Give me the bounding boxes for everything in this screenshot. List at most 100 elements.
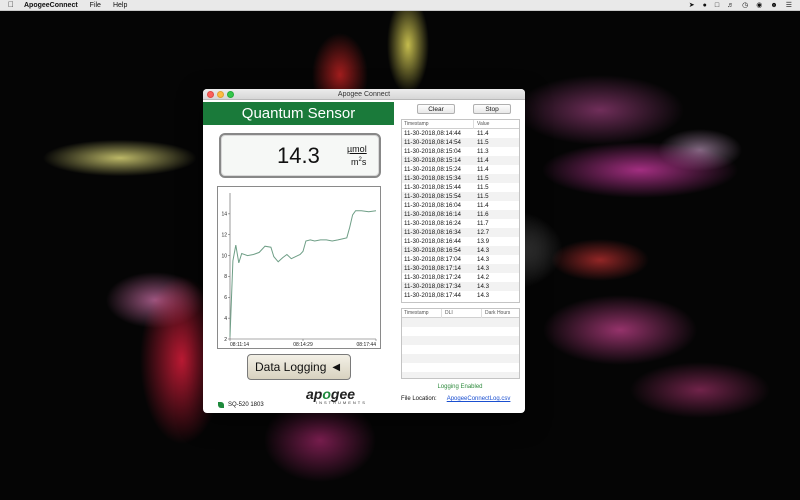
menu-bar:  ApogeeConnect File Help ➤ ● □ ♬ ◷ ◉ ☻ … <box>0 0 800 11</box>
airplay-icon[interactable]: □ <box>715 1 719 10</box>
cell-value: 14.2 <box>477 274 490 281</box>
cell-timestamp: 11-30-2018,08:14:44 <box>404 130 461 137</box>
cell-timestamp: 11-30-2018,08:17:44 <box>404 292 461 299</box>
unit-numerator: µmol <box>347 144 367 154</box>
close-icon[interactable] <box>207 91 214 98</box>
cell-timestamp: 11-30-2018,08:16:14 <box>404 211 461 218</box>
clock-icon[interactable]: ◷ <box>742 1 748 10</box>
table-row[interactable]: 11-30-2018,08:17:34 14.3 <box>402 282 519 291</box>
cell-value: 11.5 <box>477 193 489 200</box>
table-header: Timestamp Value <box>402 120 519 129</box>
cell-timestamp: 11-30-2018,08:17:24 <box>404 274 461 281</box>
table-row[interactable]: 11-30-2018,08:15:14 11.4 <box>402 156 519 165</box>
data-logging-button[interactable]: Data Logging ◀ <box>247 354 351 380</box>
leaf-icon <box>218 402 224 408</box>
menu-app-name[interactable]: ApogeeConnect <box>24 2 78 9</box>
x-tick-label: 08:14:29 <box>293 342 313 348</box>
cell-timestamp: 11-30-2018,08:17:34 <box>404 283 461 290</box>
clear-button[interactable]: Clear <box>417 104 455 114</box>
apple-icon[interactable]:  <box>8 1 16 9</box>
cell-timestamp: 11-30-2018,08:15:44 <box>404 184 461 191</box>
cell-timestamp: 11-30-2018,08:16:34 <box>404 229 461 236</box>
cell-timestamp: 11-30-2018,08:17:14 <box>404 265 461 272</box>
table-row[interactable]: 11-30-2018,08:14:44 11.4 <box>402 129 519 138</box>
dli-column-dark-hours[interactable]: Dark Hours <box>482 310 510 316</box>
siri-icon[interactable]: ◉ <box>756 1 762 10</box>
dli-table-header: Timestamp DLI Dark Hours <box>402 309 519 318</box>
log-panel: Clear Stop Timestamp Value 11-30-2018,08… <box>399 100 525 413</box>
minimize-icon[interactable] <box>217 91 224 98</box>
y-tick-label: 14 <box>221 212 227 218</box>
table-row[interactable]: 11-30-2018,08:15:24 11.4 <box>402 165 519 174</box>
table-row[interactable]: 11-30-2018,08:15:34 11.5 <box>402 174 519 183</box>
dli-column-timestamp[interactable]: Timestamp <box>402 309 442 318</box>
table-row[interactable]: 11-30-2018,08:15:54 11.5 <box>402 192 519 201</box>
cell-value: 13.9 <box>477 238 490 245</box>
column-header-timestamp[interactable]: Timestamp <box>402 120 474 129</box>
reading-display: 14.3 µmol m2s <box>219 133 381 178</box>
stop-button[interactable]: Stop <box>473 104 511 114</box>
logging-status: Logging Enabled <box>437 384 483 390</box>
y-tick-label: 6 <box>224 295 227 301</box>
user-icon[interactable]: ☻ <box>770 1 777 10</box>
series-line <box>229 210 377 337</box>
menu-file[interactable]: File <box>90 2 101 9</box>
cell-timestamp: 11-30-2018,08:15:14 <box>404 157 461 164</box>
wifi-icon[interactable]: ● <box>703 1 707 10</box>
menu-help[interactable]: Help <box>113 2 127 9</box>
unit-base: m <box>351 157 359 167</box>
cell-value: 11.5 <box>477 175 489 182</box>
table-row[interactable]: 11-30-2018,08:17:14 14.3 <box>402 264 519 273</box>
cell-timestamp: 11-30-2018,08:14:54 <box>404 139 461 146</box>
table-row[interactable]: 11-30-2018,08:17:44 14.3 <box>402 291 519 300</box>
dli-table[interactable]: Timestamp DLI Dark Hours <box>401 308 520 379</box>
volume-icon[interactable]: ♬ <box>727 1 734 10</box>
zoom-icon[interactable] <box>227 91 234 98</box>
cell-value: 14.3 <box>477 265 490 272</box>
table-row[interactable]: 11-30-2018,08:15:04 11.3 <box>402 147 519 156</box>
column-header-value[interactable]: Value <box>474 121 489 127</box>
cell-value: 11.4 <box>477 166 489 173</box>
cell-value: 11.7 <box>477 220 489 227</box>
table-row[interactable]: 11-30-2018,08:16:14 11.6 <box>402 210 519 219</box>
readings-table[interactable]: Timestamp Value 11-30-2018,08:14:44 11.4 1… <box>401 119 520 303</box>
table-row[interactable]: 11-30-2018,08:16:54 14.3 <box>402 246 519 255</box>
cell-value: 11.5 <box>477 139 489 146</box>
cell-value: 11.6 <box>477 211 489 218</box>
cell-value: 11.4 <box>477 202 489 209</box>
cell-value: 14.3 <box>477 292 490 299</box>
table-row[interactable]: 11-30-2018,08:17:24 14.2 <box>402 273 519 282</box>
location-icon[interactable]: ➤ <box>689 1 695 10</box>
cell-value: 11.4 <box>477 130 489 137</box>
cell-value: 12.7 <box>477 229 490 236</box>
unit-denominator: m2s <box>351 157 366 167</box>
cell-timestamp: 11-30-2018,08:15:24 <box>404 166 461 173</box>
status-area: ➤ ● □ ♬ ◷ ◉ ☻ ☰ <box>689 1 800 10</box>
cell-timestamp: 11-30-2018,08:16:04 <box>404 202 461 209</box>
x-tick-label: 08:17:44 <box>357 342 377 348</box>
y-tick-label: 4 <box>224 316 227 322</box>
title-bar[interactable]: Apogee Connect <box>203 89 525 100</box>
sensor-model: SQ-520 1803 <box>218 402 264 408</box>
cell-value: 14.3 <box>477 283 490 290</box>
cell-value: 11.3 <box>477 148 489 155</box>
file-location-link[interactable]: ApogeeConnectLog.csv <box>447 396 511 402</box>
chart-svg: 2 4 6 8 10 12 14 08:11:14 08:14:29 08:17:44 <box>221 193 377 348</box>
table-row[interactable]: 11-30-2018,08:16:04 11.4 <box>402 201 519 210</box>
y-tick-label: 8 <box>224 274 227 280</box>
table-row[interactable]: 11-30-2018,08:15:44 11.5 <box>402 183 519 192</box>
cell-timestamp: 11-30-2018,08:15:54 <box>404 193 461 200</box>
cell-value: 11.5 <box>477 184 489 191</box>
table-row[interactable]: 11-30-2018,08:16:24 11.7 <box>402 219 519 228</box>
table-row[interactable]: 11-30-2018,08:16:34 12.7 <box>402 228 519 237</box>
table-row[interactable]: 11-30-2018,08:16:44 13.9 <box>402 237 519 246</box>
dli-column-dli[interactable]: DLI <box>442 309 482 318</box>
file-location-label: File Location: <box>401 396 437 402</box>
cell-timestamp: 11-30-2018,08:17:04 <box>404 256 461 263</box>
file-location-row: File Location: ApogeeConnectLog.csv <box>401 396 523 402</box>
list-icon[interactable]: ☰ <box>786 1 792 10</box>
y-tick-label: 2 <box>224 337 227 343</box>
table-row[interactable]: 11-30-2018,08:17:04 14.3 <box>402 255 519 264</box>
table-row[interactable]: 11-30-2018,08:14:54 11.5 <box>402 138 519 147</box>
data-logging-label: Data Logging <box>255 360 327 374</box>
